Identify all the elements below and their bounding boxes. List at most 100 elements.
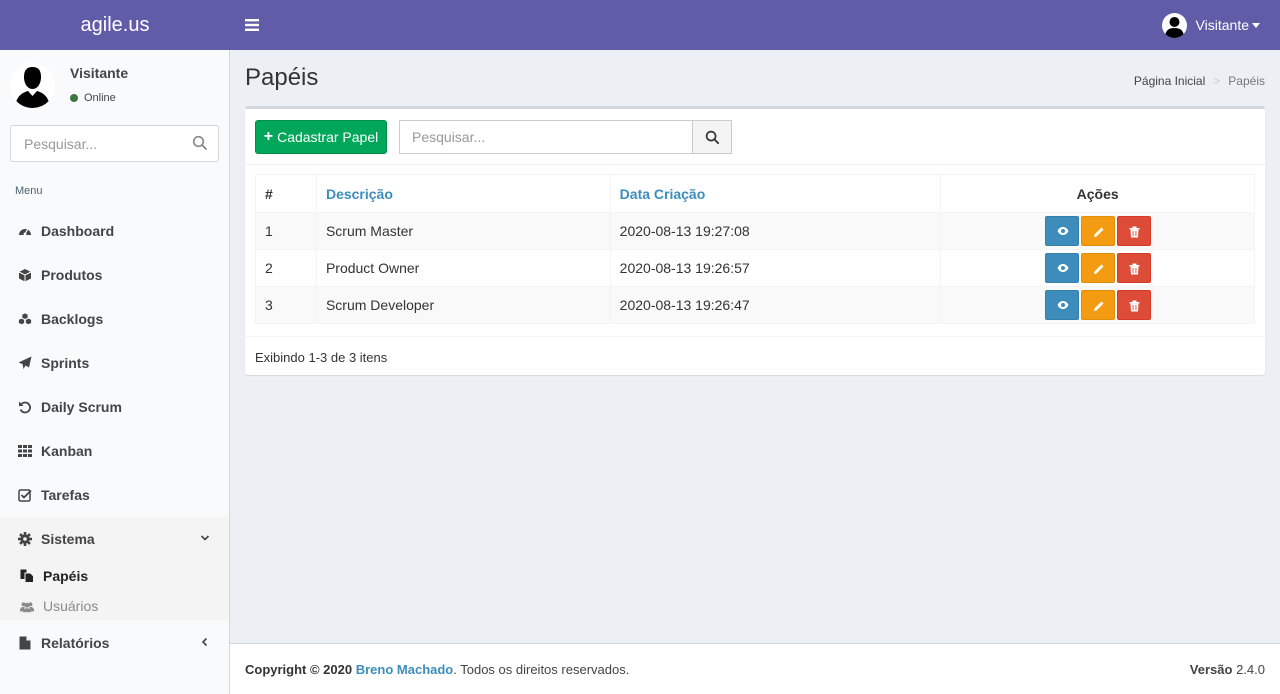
row-number: 1 <box>255 212 317 250</box>
sidebar-toggle-button[interactable] <box>242 13 262 37</box>
search-icon <box>705 130 719 144</box>
sidebar-item-label: Relatórios <box>41 635 110 651</box>
dashboard-icon <box>18 224 32 238</box>
chevron-left-icon <box>201 637 208 647</box>
column-header-data-criacao[interactable]: Data Criação <box>609 174 942 213</box>
grid-icon <box>18 444 32 458</box>
sidebar-item-usuarios[interactable]: Usuários <box>20 595 98 617</box>
sidebar-search <box>10 125 219 162</box>
author-link[interactable]: Breno Machado <box>356 662 454 677</box>
divider <box>245 164 1265 165</box>
user-panel: Visitante Online <box>10 60 220 110</box>
breadcrumb-current: Papéis <box>1228 74 1265 88</box>
top-navbar: agile.us Visitante <box>0 0 1280 50</box>
status-badge: Online <box>70 92 116 104</box>
chevron-down-icon <box>200 535 210 541</box>
sistema-submenu: Papéis Usuários <box>0 560 229 620</box>
grid-search-button[interactable] <box>692 121 731 153</box>
undo-icon <box>18 400 32 414</box>
delete-button[interactable] <box>1116 290 1151 320</box>
grid-search <box>399 120 732 154</box>
trash-icon <box>1129 300 1140 312</box>
version-number: 2.4.0 <box>1236 662 1265 677</box>
roles-box: + Cadastrar Papel # Descrição Data Criaç… <box>245 106 1265 375</box>
version-label: Versão <box>1189 662 1233 677</box>
copyright-label: Copyright © 2020 <box>245 662 353 677</box>
sidebar: Visitante Online Menu Dashboard Produtos… <box>0 50 230 694</box>
row-actions <box>940 212 1255 250</box>
avatar <box>10 63 55 108</box>
sidebar-item-label: Kanban <box>41 443 93 459</box>
sidebar-item-label: Produtos <box>41 267 103 283</box>
roles-table: # Descrição Data Criação Ações 1 Scrum M… <box>255 174 1255 324</box>
pencil-icon <box>1093 301 1104 311</box>
version-info: Versão 2.4.0 <box>1190 662 1265 677</box>
sidebar-item-dashboard[interactable]: Dashboard <box>0 209 229 253</box>
sidebar-item-papeis[interactable]: Papéis <box>20 565 88 587</box>
avatar <box>1161 12 1187 38</box>
view-button[interactable] <box>1044 216 1079 246</box>
edit-button[interactable] <box>1080 290 1115 320</box>
sidebar-item-kanban[interactable]: Kanban <box>0 429 229 473</box>
pencil-icon <box>1093 264 1104 274</box>
user-menu-dropdown[interactable]: Visitante <box>1161 12 1260 38</box>
table-row: 1 Scrum Master 2020-08-13 19:27:08 <box>255 212 1255 250</box>
column-header-acoes: Ações <box>940 174 1255 213</box>
table-header-row: # Descrição Data Criação Ações <box>255 174 1255 213</box>
trash-icon <box>1129 263 1140 275</box>
eye-icon <box>1057 301 1069 309</box>
pagination-summary: Exibindo 1-3 de 3 itens <box>255 350 388 365</box>
sidebar-item-sistema[interactable]: Sistema <box>0 517 229 561</box>
breadcrumb-separator: > <box>1213 74 1221 88</box>
paper-plane-icon <box>18 356 32 370</box>
sidebar-item-daily-scrum[interactable]: Daily Scrum <box>0 385 229 429</box>
row-data-criacao: 2020-08-13 19:27:08 <box>609 212 942 250</box>
edit-button[interactable] <box>1080 216 1115 246</box>
view-button[interactable] <box>1044 253 1079 283</box>
cube-icon <box>18 268 32 282</box>
plus-icon: + <box>263 128 274 145</box>
sidebar-search-input[interactable] <box>11 126 181 161</box>
eye-icon <box>1057 227 1069 235</box>
breadcrumb-home-link[interactable]: Página Inicial <box>1134 74 1205 88</box>
view-button[interactable] <box>1044 290 1079 320</box>
row-data-criacao: 2020-08-13 19:26:57 <box>609 249 942 287</box>
delete-button[interactable] <box>1116 253 1151 283</box>
page-footer: Copyright © 2020 Breno Machado. Todos os… <box>230 643 1280 694</box>
pencil-icon <box>1093 227 1104 237</box>
header-user-name: Visitante <box>1195 17 1249 33</box>
sidebar-user-name: Visitante <box>70 65 129 81</box>
sidebar-item-label: Papéis <box>43 568 89 584</box>
sidebar-item-label: Daily Scrum <box>41 399 122 415</box>
file-icon <box>18 636 32 650</box>
table-row: 2 Product Owner 2020-08-13 19:26:57 <box>255 249 1255 287</box>
rights-text: . Todos os direitos reservados. <box>453 662 630 677</box>
copyright-text: Copyright © 2020 Breno Machado. Todos os… <box>245 662 629 677</box>
sidebar-item-label: Dashboard <box>41 223 115 239</box>
row-descricao: Scrum Master <box>315 212 611 250</box>
cubes-icon <box>18 312 32 326</box>
breadcrumb: Página Inicial > Papéis <box>1134 74 1265 88</box>
search-button[interactable] <box>192 135 210 153</box>
row-actions <box>940 249 1255 287</box>
column-header-descricao[interactable]: Descrição <box>315 174 611 213</box>
app-logo[interactable]: agile.us <box>0 0 230 50</box>
grid-search-input[interactable] <box>400 121 692 153</box>
search-icon <box>192 135 207 150</box>
sidebar-item-label: Usuários <box>43 598 99 614</box>
edit-button[interactable] <box>1080 253 1115 283</box>
delete-button[interactable] <box>1116 216 1151 246</box>
online-dot-icon <box>70 94 78 102</box>
divider <box>245 336 1265 337</box>
sidebar-item-backlogs[interactable]: Backlogs <box>0 297 229 341</box>
sidebar-item-tarefas[interactable]: Tarefas <box>0 473 229 517</box>
table-row: 3 Scrum Developer 2020-08-13 19:26:47 <box>255 286 1255 324</box>
hamburger-icon <box>245 19 259 31</box>
eye-icon <box>1057 264 1069 272</box>
caret-down-icon <box>1252 22 1260 28</box>
sidebar-item-relatorios[interactable]: Relatórios <box>0 621 229 665</box>
add-role-label: Cadastrar Papel <box>277 129 379 145</box>
sidebar-item-produtos[interactable]: Produtos <box>0 253 229 297</box>
add-role-button[interactable]: + Cadastrar Papel <box>255 120 387 154</box>
sidebar-item-sprints[interactable]: Sprints <box>0 341 229 385</box>
